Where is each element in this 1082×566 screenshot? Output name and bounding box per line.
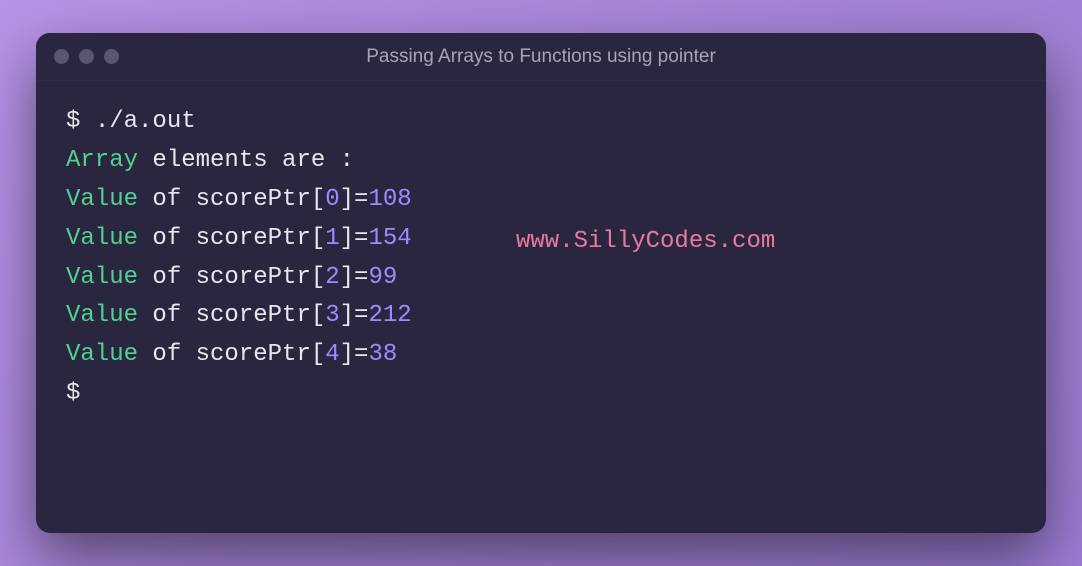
of-text: of scorePtr[ [138, 264, 325, 291]
close-icon[interactable] [54, 49, 69, 64]
value: 154 [368, 225, 411, 252]
titlebar: Passing Arrays to Functions using pointe… [36, 33, 1046, 81]
end-prompt: $ [66, 380, 80, 407]
of-text: of scorePtr[ [138, 341, 325, 368]
of-text: of scorePtr[ [138, 186, 325, 213]
index: 4 [325, 341, 339, 368]
value-label: Value [66, 264, 138, 291]
output-header: Array elements are : [66, 142, 1016, 181]
value: 212 [368, 302, 411, 329]
value: 38 [368, 341, 397, 368]
traffic-lights [54, 49, 119, 64]
watermark: www.SillyCodes.com [516, 223, 775, 262]
index: 0 [325, 186, 339, 213]
command-line: $ ./a.out [66, 103, 1016, 142]
window-title: Passing Arrays to Functions using pointe… [36, 46, 1046, 68]
value: 108 [368, 186, 411, 213]
output-line: Value of scorePtr[2]=99 [66, 259, 1016, 298]
index: 2 [325, 264, 339, 291]
command [80, 108, 94, 135]
header-keyword: Array [66, 147, 138, 174]
terminal-body: $ ./a.out Array elements are : Value of … [36, 81, 1046, 533]
close-bracket: ]= [340, 186, 369, 213]
value-label: Value [66, 225, 138, 252]
output-line: Value of scorePtr[0]=108 [66, 181, 1016, 220]
output-line: Value of scorePtr[4]=38 [66, 336, 1016, 375]
minimize-icon[interactable] [79, 49, 94, 64]
index: 3 [325, 302, 339, 329]
of-text: of scorePtr[ [138, 302, 325, 329]
value-label: Value [66, 302, 138, 329]
value: 99 [368, 264, 397, 291]
close-bracket: ]= [340, 341, 369, 368]
header-rest: elements are : [138, 147, 354, 174]
maximize-icon[interactable] [104, 49, 119, 64]
close-bracket: ]= [340, 264, 369, 291]
index: 1 [325, 225, 339, 252]
output-line: Value of scorePtr[3]=212 [66, 297, 1016, 336]
command-text: ./a.out [95, 108, 196, 135]
prompt: $ [66, 108, 80, 135]
terminal-window: Passing Arrays to Functions using pointe… [36, 33, 1046, 533]
end-prompt-line: $ [66, 375, 1016, 414]
of-text: of scorePtr[ [138, 225, 325, 252]
close-bracket: ]= [340, 225, 369, 252]
value-label: Value [66, 341, 138, 368]
value-label: Value [66, 186, 138, 213]
close-bracket: ]= [340, 302, 369, 329]
